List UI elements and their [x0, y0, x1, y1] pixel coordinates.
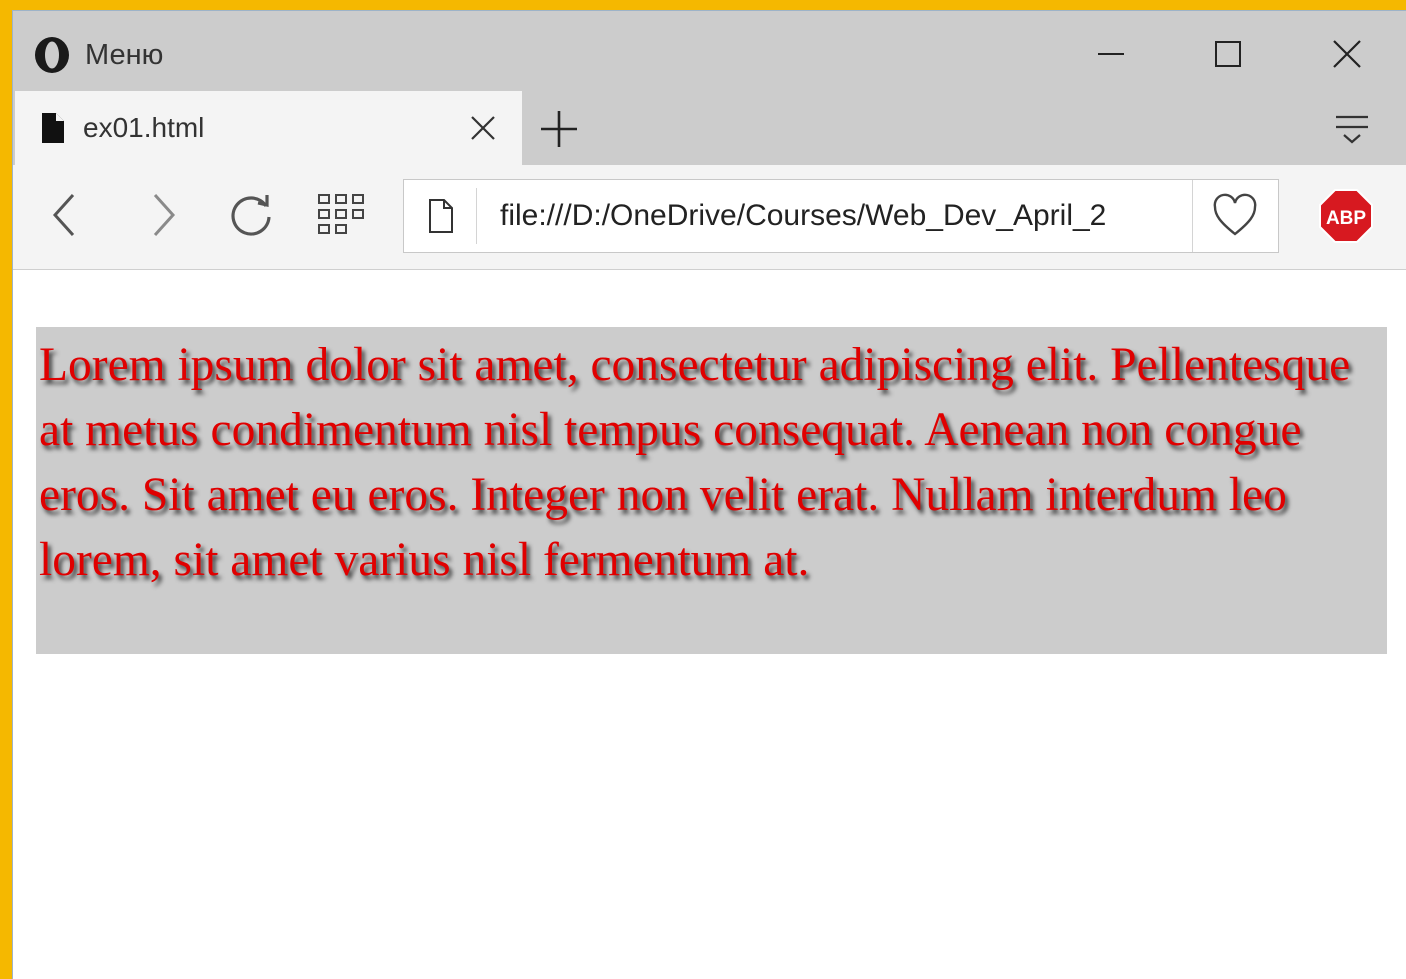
forward-icon	[143, 190, 183, 240]
reload-button[interactable]	[223, 187, 279, 243]
lorem-paragraph: Lorem ipsum dolor sit amet, consectetur …	[36, 327, 1387, 654]
forward-button[interactable]	[135, 187, 191, 243]
address-divider	[1192, 180, 1193, 252]
adblock-plus-icon: ABP	[1319, 189, 1373, 243]
close-icon	[1332, 39, 1362, 69]
adblock-plus-button[interactable]: ABP	[1317, 187, 1375, 245]
opera-menu-button[interactable]: Меню	[33, 35, 163, 75]
tab-close-button[interactable]	[464, 109, 502, 147]
tab-title: ex01.html	[83, 112, 205, 143]
close-window-button[interactable]	[1317, 29, 1377, 79]
tab-menu-button[interactable]	[1332, 109, 1372, 149]
maximize-icon	[1213, 39, 1243, 69]
speed-dial-button[interactable]	[315, 187, 371, 243]
title-bar: Меню	[13, 11, 1406, 91]
new-tab-button[interactable]	[537, 107, 581, 151]
opera-logo-icon	[33, 35, 71, 75]
url-text[interactable]: file:///D:/OneDrive/Courses/Web_Dev_Apri…	[500, 180, 1190, 252]
menu-label: Меню	[85, 38, 164, 71]
address-divider	[476, 188, 477, 244]
minimize-button[interactable]	[1081, 29, 1141, 79]
address-bar[interactable]: file:///D:/OneDrive/Courses/Web_Dev_Apri…	[403, 179, 1279, 253]
heart-icon	[1210, 192, 1260, 240]
tab-strip: ex01.html	[13, 91, 1406, 165]
page-content: Lorem ipsum dolor sit amet, consectetur …	[13, 270, 1406, 979]
maximize-button[interactable]	[1198, 29, 1258, 79]
reload-icon	[225, 189, 277, 241]
plus-icon	[537, 107, 581, 151]
tab-ex01[interactable]: ex01.html	[15, 91, 522, 165]
adblock-label: ABP	[1326, 208, 1366, 229]
speed-dial-icon	[316, 191, 370, 239]
navigation-toolbar: file:///D:/OneDrive/Courses/Web_Dev_Apri…	[13, 165, 1406, 270]
back-icon	[45, 190, 85, 240]
tab-menu-icon	[1332, 109, 1372, 149]
browser-window: Меню ex01.html file:///D:/OneDrive/Cours…	[12, 10, 1406, 979]
minimize-icon	[1096, 39, 1126, 69]
back-button[interactable]	[37, 187, 93, 243]
document-icon	[39, 112, 67, 144]
bookmark-button[interactable]	[1210, 192, 1260, 240]
page-icon	[426, 198, 456, 234]
